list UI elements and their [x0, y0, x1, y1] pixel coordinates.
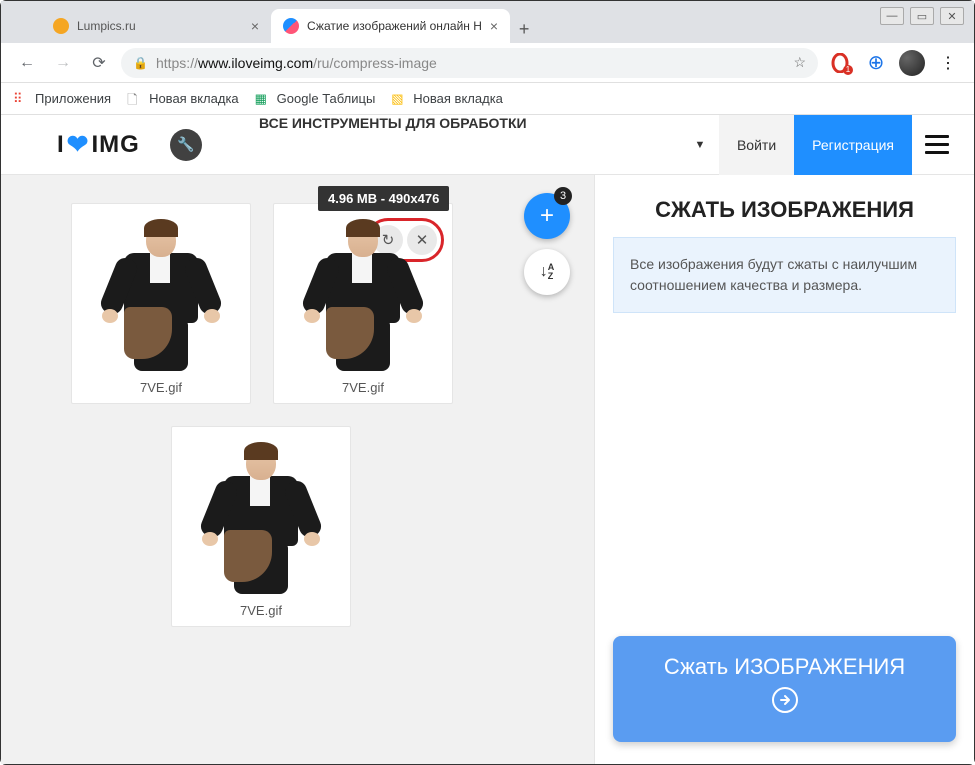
file-grid-area: 7VE.gif 4.96 MB - 490x476 ↻ ✕ 7VE.gif	[1, 175, 594, 764]
window-maximize-button[interactable]: ▭	[910, 7, 934, 25]
browser-tab-lumpics[interactable]: Lumpics.ru ×	[41, 9, 271, 43]
browser-tab-strip: Lumpics.ru × Сжатие изображений онлайн Н…	[1, 1, 974, 43]
nav-forward-button[interactable]: →	[49, 49, 77, 77]
add-files-fab[interactable]: + 3	[524, 193, 570, 239]
language-dropdown[interactable]: ▼	[681, 115, 719, 175]
tools-wrench-button[interactable]: 🔧	[170, 129, 202, 161]
file-size-tooltip: 4.96 MB - 490x476	[318, 186, 449, 211]
file-name: 7VE.gif	[140, 372, 182, 399]
file-name: 7VE.gif	[240, 595, 282, 622]
browser-toolbar: ← → ⟳ 🔒 https:// www.iloveimg.com /ru/co…	[1, 43, 974, 83]
new-tab-button[interactable]: +	[510, 15, 538, 43]
arrow-right-circle-icon	[623, 686, 946, 720]
site-logo[interactable]: I ❤ IMG	[57, 129, 140, 160]
sort-az-icon: A Z	[548, 263, 555, 281]
compression-info-box: Все изображения будут сжаты с наилучшим …	[613, 237, 956, 313]
logo-text: IMG	[91, 131, 139, 159]
logo-text: I	[57, 131, 65, 159]
tab-favicon-icon	[53, 18, 69, 34]
bookmark-label: Новая вкладка	[149, 91, 239, 106]
bookmark-google-sheets[interactable]: ▦ Google Таблицы	[255, 91, 376, 107]
tab-close-icon[interactable]: ×	[251, 18, 259, 34]
compress-images-button[interactable]: Сжать ИЗОБРАЖЕНИЯ	[613, 636, 956, 742]
tab-favicon-icon	[283, 18, 299, 34]
page-content: ВСЕ ИНСТРУМЕНТЫ ДЛЯ ОБРАБОТКИ I ❤ IMG 🔧 …	[1, 115, 974, 764]
tab-title: Сжатие изображений онлайн Н	[307, 19, 482, 33]
extension-badge: 1	[843, 65, 853, 75]
menu-hamburger-button[interactable]	[912, 115, 962, 175]
sort-arrow-icon: ↓	[540, 263, 548, 281]
tab-title: Lumpics.ru	[77, 19, 136, 33]
bookmark-apps[interactable]: ⠿ Приложения	[13, 91, 111, 107]
nav-reload-button[interactable]: ⟳	[85, 49, 113, 77]
register-button[interactable]: Регистрация	[794, 115, 912, 175]
page-icon: ▧	[391, 91, 407, 107]
browser-menu-button[interactable]: ⋮	[934, 49, 962, 77]
lock-icon: 🔒	[133, 56, 148, 70]
bookmark-star-icon[interactable]: ☆	[793, 54, 806, 71]
file-count-badge: 3	[554, 187, 572, 205]
page-icon: 🗋	[127, 91, 143, 107]
sidebar-title: СЖАТЬ ИЗОБРАЖЕНИЯ	[613, 197, 956, 223]
url-text: https:// www.iloveimg.com /ru/compress-i…	[156, 55, 437, 71]
sort-files-fab[interactable]: ↓ A Z	[524, 249, 570, 295]
browser-tab-iloveimg[interactable]: Сжатие изображений онлайн Н ×	[271, 9, 510, 43]
compress-sidebar: СЖАТЬ ИЗОБРАЖЕНИЯ Все изображения будут …	[594, 175, 974, 764]
extension-opera-icon[interactable]: 1	[826, 49, 854, 77]
tab-close-icon[interactable]: ×	[490, 18, 498, 34]
nav-back-button[interactable]: ←	[13, 49, 41, 77]
file-card[interactable]: 7VE.gif	[71, 203, 251, 404]
hamburger-icon	[925, 143, 949, 146]
window-close-button[interactable]: ✕	[940, 7, 964, 25]
sheets-icon: ▦	[255, 91, 271, 107]
cta-label: Сжать ИЗОБРАЖЕНИЯ	[623, 654, 946, 680]
bookmark-new-tab-2[interactable]: ▧ Новая вкладка	[391, 91, 503, 107]
window-controls: — ▭ ✕	[880, 7, 964, 25]
site-header: I ❤ IMG 🔧 ▼ Войти Регистрация	[1, 115, 974, 175]
plus-icon: +	[540, 202, 554, 230]
bookmark-label: Приложения	[35, 91, 111, 106]
window-minimize-button[interactable]: —	[880, 7, 904, 25]
extension-globe-icon[interactable]: ⊕	[862, 49, 890, 77]
file-thumbnail	[81, 212, 241, 372]
bookmarks-bar: ⠿ Приложения 🗋 Новая вкладка ▦ Google Та…	[1, 83, 974, 115]
file-card[interactable]: 7VE.gif	[171, 426, 351, 627]
address-bar[interactable]: 🔒 https:// www.iloveimg.com /ru/compress…	[121, 48, 818, 78]
file-card[interactable]: 4.96 MB - 490x476 ↻ ✕ 7VE.gif	[273, 203, 453, 404]
file-thumbnail	[181, 435, 341, 595]
wrench-icon: 🔧	[177, 136, 194, 153]
bookmark-label: Google Таблицы	[277, 91, 376, 106]
apps-grid-icon: ⠿	[13, 91, 29, 107]
profile-avatar[interactable]	[898, 49, 926, 77]
bookmark-new-tab-1[interactable]: 🗋 Новая вкладка	[127, 91, 239, 107]
bookmark-label: Новая вкладка	[413, 91, 503, 106]
file-name: 7VE.gif	[342, 372, 384, 399]
login-button[interactable]: Войти	[719, 115, 794, 175]
heart-icon: ❤	[67, 129, 90, 160]
